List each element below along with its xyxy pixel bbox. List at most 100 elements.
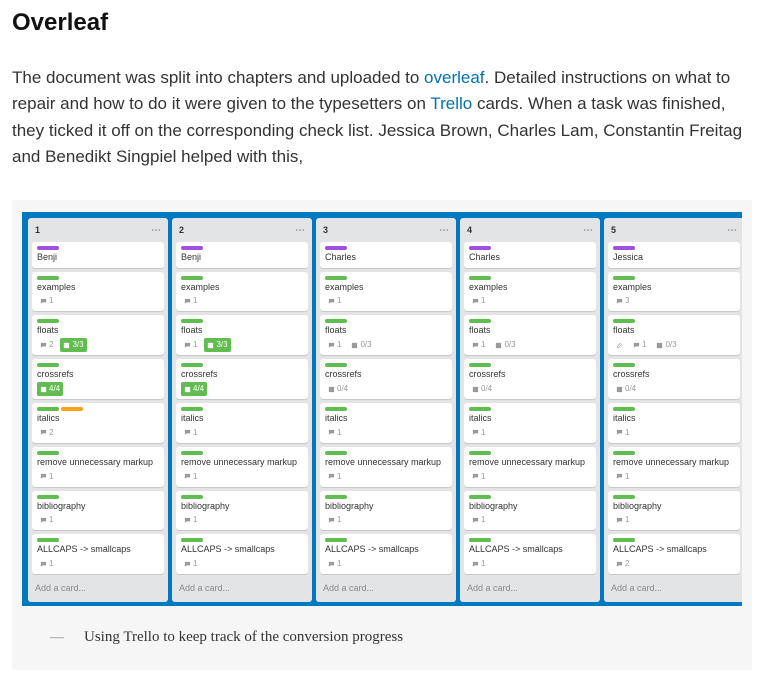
trello-card[interactable]: remove unnecessary markup1 (176, 447, 308, 487)
trello-card[interactable]: ALLCAPS -> smallcaps1 (32, 534, 164, 574)
card-title: italics (325, 413, 447, 424)
card-labels (181, 407, 303, 411)
card-badges: 4/4 (181, 382, 303, 396)
list-menu-icon[interactable]: ⋯ (727, 226, 737, 236)
comment-badge: 2 (613, 557, 632, 571)
card-title: examples (613, 282, 735, 293)
trello-card[interactable]: bibliography1 (176, 491, 308, 531)
card-title: Benji (37, 252, 159, 263)
card-label (37, 451, 59, 455)
trello-card[interactable]: Benji (32, 242, 164, 268)
card-badges: 10/3 (469, 338, 591, 352)
trello-board: 1⋯Benjiexamples1floats23/3crossrefs4/4it… (22, 212, 742, 605)
comment-badge: 1 (181, 338, 200, 352)
trello-card[interactable]: ALLCAPS -> smallcaps1 (176, 534, 308, 574)
trello-card[interactable]: crossrefs0/4 (320, 359, 452, 399)
trello-card[interactable]: bibliography1 (608, 491, 740, 531)
trello-card[interactable]: floats10/3 (464, 315, 596, 355)
card-labels (325, 407, 447, 411)
text: The document was split into chapters and… (12, 68, 424, 87)
trello-card[interactable]: remove unnecessary markup1 (320, 447, 452, 487)
trello-card[interactable]: examples1 (176, 272, 308, 312)
trello-card[interactable]: ALLCAPS -> smallcaps1 (464, 534, 596, 574)
list-title: 2 (179, 224, 184, 238)
comment-badge: 1 (325, 557, 344, 571)
card-labels (613, 319, 735, 323)
trello-card[interactable]: floats10/3 (320, 315, 452, 355)
comment-badge: 1 (37, 513, 56, 527)
list-menu-icon[interactable]: ⋯ (295, 226, 305, 236)
trello-card[interactable]: crossrefs 0/4 (464, 359, 596, 399)
card-label (37, 319, 59, 323)
trello-card[interactable]: bibliography1 (32, 491, 164, 531)
trello-card[interactable]: Charles (320, 242, 452, 268)
card-badges: 1 (469, 557, 591, 571)
add-card-button[interactable]: Add a card... (464, 578, 596, 598)
checklist-badge: 0/3 (492, 338, 518, 352)
trello-card[interactable]: italics1 (464, 403, 596, 443)
card-badges: 1 (469, 294, 591, 308)
card-labels (325, 363, 447, 367)
card-badges: 2 (613, 557, 735, 571)
card-label (181, 319, 203, 323)
card-label (469, 246, 491, 250)
trello-list[interactable]: 4⋯Charlesexamples1floats10/3crossrefs0/4… (460, 218, 600, 601)
trello-list[interactable]: 1 ⋯ Benji examples1floats23/3crossrefs4/4it… (28, 218, 168, 601)
comment-badge: 1 (630, 338, 649, 352)
card-labels (325, 276, 447, 280)
trello-card[interactable]: italics1 (320, 403, 452, 443)
list-menu-icon[interactable]: ⋯ (583, 226, 593, 236)
card-label (325, 538, 347, 542)
card-title: crossrefs (469, 369, 591, 380)
trello-card[interactable]: floats23/3 (32, 315, 164, 355)
trello-card[interactable]: ALLCAPS -> smallcaps1 (320, 534, 452, 574)
card-labels (181, 495, 303, 499)
card-title: floats (325, 325, 447, 336)
trello-card[interactable]: bibliography1 (464, 491, 596, 531)
trello-card[interactable]: examples1 (320, 272, 452, 312)
card-badges: 4/4 (37, 382, 159, 396)
trello-card[interactable]: floats10/3 (608, 315, 740, 355)
comment-badge: 1 (469, 513, 488, 527)
card-badges: 0/4 (469, 382, 591, 396)
card-labels (469, 363, 591, 367)
trello-card[interactable]: Benji (176, 242, 308, 268)
card-label (613, 246, 635, 250)
trello-card[interactable]: crossrefs4/4 (32, 359, 164, 399)
add-card-button[interactable]: Add a card... (320, 578, 452, 598)
trello-card[interactable]: crossrefs4/4 (176, 359, 308, 399)
card-label (181, 246, 203, 250)
trello-card[interactable]: floats13/3 (176, 315, 308, 355)
trello-card[interactable]: ALLCAPS -> smallcaps2 (608, 534, 740, 574)
trello-card[interactable]: Jessica (608, 242, 740, 268)
card-labels (37, 451, 159, 455)
card-label (325, 363, 347, 367)
card-title: Charles (325, 252, 447, 263)
list-menu-icon[interactable]: ⋯ (439, 226, 449, 236)
link-trello[interactable]: Trello (430, 94, 472, 113)
add-card-button[interactable]: Add a card... (176, 578, 308, 598)
trello-card[interactable]: remove unnecessary markup1 (608, 447, 740, 487)
card-label (61, 407, 83, 411)
trello-list[interactable]: 2 ⋯ Benji examples1floats13/3crossrefs4/4it… (172, 218, 312, 601)
trello-card[interactable]: remove unnecessary markup1 (32, 447, 164, 487)
list-menu-icon[interactable]: ⋯ (151, 226, 161, 236)
trello-card[interactable]: examples1 (32, 272, 164, 312)
trello-list[interactable]: 5⋯Jessicaexamples3floats10/3crossrefs0/4… (604, 218, 742, 601)
card-badges: 1 (469, 470, 591, 484)
trello-list[interactable]: 3⋯Charlesexamples1floats10/3crossrefs0/4… (316, 218, 456, 601)
card-labels (37, 276, 159, 280)
trello-card[interactable]: italics1 (608, 403, 740, 443)
add-card-button[interactable]: Add a card... (32, 578, 164, 598)
trello-card[interactable]: examples1 (464, 272, 596, 312)
figure-caption: — Using Trello to keep track of the conv… (22, 606, 742, 653)
add-card-button[interactable]: Add a card... (608, 578, 740, 598)
trello-card[interactable]: italics1 (176, 403, 308, 443)
trello-card[interactable]: Charles (464, 242, 596, 268)
link-overleaf[interactable]: overleaf (424, 68, 484, 87)
trello-card[interactable]: bibliography1 (320, 491, 452, 531)
trello-card[interactable]: crossrefs0/4 (608, 359, 740, 399)
trello-card[interactable]: examples3 (608, 272, 740, 312)
trello-card[interactable]: remove unnecessary markup1 (464, 447, 596, 487)
trello-card[interactable]: italics2 (32, 403, 164, 443)
